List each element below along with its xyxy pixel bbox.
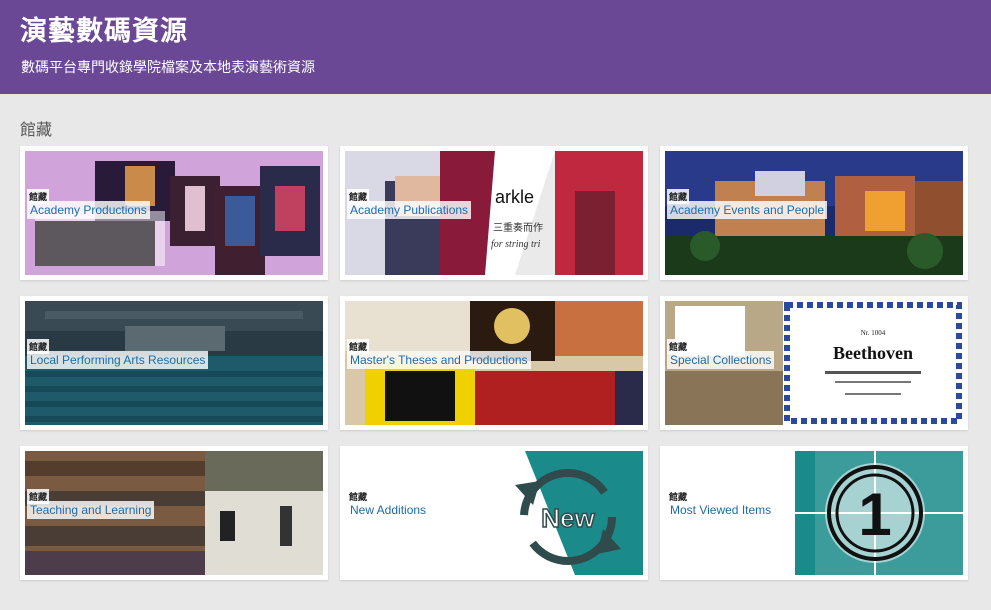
collection-card-new-additions[interactable]: New 館藏 New Additions bbox=[340, 446, 648, 580]
site-title[interactable]: 演藝數碼資源 bbox=[20, 9, 188, 48]
collection-card-most-viewed-items[interactable]: 1 館藏 Most Viewed Items bbox=[660, 446, 968, 580]
beethoven-title: Beethoven bbox=[833, 343, 913, 363]
beethoven-number: Nr. 1004 bbox=[861, 329, 886, 337]
collection-label[interactable]: Master's Theses and Productions bbox=[347, 351, 531, 369]
collection-label[interactable]: Local Performing Arts Resources bbox=[27, 351, 209, 369]
collection-card-special-collections[interactable]: Nr. 1004 Beethoven 館藏 Special Collection… bbox=[660, 296, 968, 430]
collection-label[interactable]: Most Viewed Items bbox=[667, 501, 775, 519]
collection-card-academy-publications[interactable]: arkle 三重奏而作 for string tri 館藏 Academy Pu… bbox=[340, 146, 648, 280]
collection-label[interactable]: Special Collections bbox=[667, 351, 775, 369]
publication-sub-text: for string tri bbox=[491, 239, 541, 250]
collection-label[interactable]: Teaching and Learning bbox=[27, 501, 155, 519]
site-header: 演藝數碼資源 數碼平台專門收錄學院檔案及本地表演藝術資源 bbox=[0, 0, 991, 94]
collection-label[interactable]: Academy Events and People bbox=[667, 201, 828, 219]
collection-card-teaching-and-learning[interactable]: 館藏 Teaching and Learning bbox=[20, 446, 328, 580]
collection-card-masters-theses-and-productions[interactable]: 館藏 Master's Theses and Productions bbox=[340, 296, 648, 430]
publication-cn-text: 三重奏而作 bbox=[493, 221, 543, 234]
collection-card-academy-events-and-people[interactable]: 館藏 Academy Events and People bbox=[660, 146, 968, 280]
publication-word: arkle bbox=[495, 187, 534, 207]
site-subtitle: 數碼平台專門收錄學院檔案及本地表演藝術資源 bbox=[21, 59, 315, 75]
collection-label[interactable]: New Additions bbox=[347, 501, 430, 519]
collection-card-academy-productions[interactable]: 館藏 Academy Productions bbox=[20, 146, 328, 280]
new-badge-text: New bbox=[541, 503, 595, 533]
section-heading: 館藏 bbox=[20, 122, 53, 139]
collection-label[interactable]: Academy Publications bbox=[347, 201, 472, 219]
most-viewed-number: 1 bbox=[858, 481, 891, 548]
collection-card-local-performing-arts-resources[interactable]: 館藏 Local Performing Arts Resources bbox=[20, 296, 328, 430]
collection-label[interactable]: Academy Productions bbox=[27, 201, 150, 219]
